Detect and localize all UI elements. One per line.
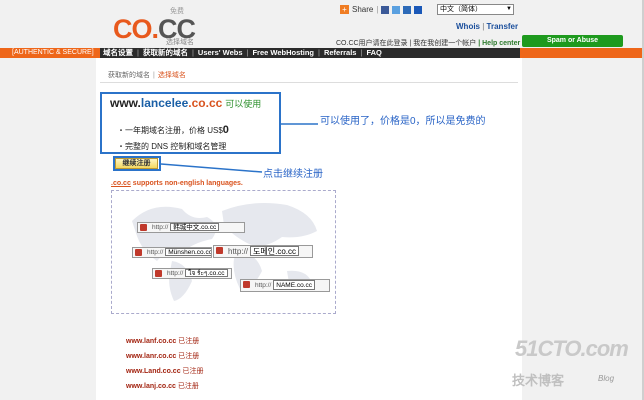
chevron-down-icon: ▼ [506,6,512,12]
flag-icon [243,281,250,288]
digg-icon[interactable] [414,5,423,14]
menu-referrals[interactable]: Referrals [324,48,357,57]
logo-text: CO. [113,14,159,44]
menu-get-new-domain[interactable]: 获取新的域名 [143,48,188,57]
share-label: Share [352,5,374,14]
page: 免费 CO.CC 选择域名 + Share | 中文（简体） ▼ Whois | … [0,0,644,400]
plus-icon: + [340,5,349,14]
top-nav: Whois | Transfer [456,22,519,31]
logo-sub-label: 选择域名 [166,39,194,46]
supports-text: .co.cc supports non-english languages. [111,180,243,187]
menu-users-webs[interactable]: Users' Webs [198,48,243,57]
transfer-link[interactable]: Transfer [487,22,519,31]
main-menu: [AUTHENTIC & SECURE] 域名设置 | 获取新的域名 | Users' … [0,48,642,58]
domain-result: www.lancelee.co.cc 可以使用 [110,96,262,110]
help-center-link[interactable]: | Help center [478,40,520,47]
registered-domain-item[interactable]: www.lanj.co.cc 已注册 [126,381,199,391]
domain-name: lancelee [140,96,189,110]
domain-tld: .co.cc [188,96,223,110]
spam-abuse-button[interactable]: Spam or Abuse [522,35,623,47]
registered-domain-item[interactable]: www.lanr.co.cc 已注册 [126,351,199,361]
watermark-site: 51CTO.com [515,336,629,361]
language-select[interactable]: 中文（简体） ▼ [437,4,514,15]
breadcrumb-item[interactable]: 获取新的域名 [108,72,150,79]
breadcrumb-current: 选择域名 [157,72,186,79]
breadcrumb: 获取新的域名 | 选择域名 [108,72,186,79]
twitter-icon[interactable] [392,5,401,14]
flag-icon [155,270,162,277]
authentic-label: [AUTHENTIC & SECURE] [12,49,94,56]
divider [100,82,518,83]
delicious-icon[interactable] [403,5,412,14]
menu-faq[interactable]: FAQ [366,48,381,57]
price-value: 0 [222,124,229,136]
example-url-field: http://NAME.co.cc [240,279,330,292]
registered-domain-item[interactable]: www.Land.co.cc 已注册 [126,366,204,376]
watermark-label: 技术博客 [512,373,565,388]
dns-line: ・完整的 DNS 控制和域名管理 [117,142,227,151]
whois-link[interactable]: Whois [456,22,480,31]
world-map-box: http://韩城中文.co.cc http://Münshen.co.cc h… [111,190,336,314]
annotation-note-free: 可以使用了，价格是0，所以是免费的 [320,116,486,127]
menu-free-webhosting[interactable]: Free WebHosting [252,48,314,57]
menu-items: 域名设置 | 获取新的域名 | Users' Webs | Free WebHosting |… [100,48,520,58]
flag-icon [135,249,142,256]
login-link[interactable]: CO.CC用户请在此登录 | 我在我创建一个帐户 [336,40,476,47]
example-url-field: http://도메인.co.cc [213,245,313,258]
example-url-field: http://ใจ ร์ะๆ.co.cc [152,268,232,279]
share-widget[interactable]: + Share | [340,5,423,14]
example-url-field: http://Münshen.co.cc [132,247,212,258]
annotation-note-click: 点击继续注册 [263,169,323,180]
availability-status: 可以使用 [225,99,262,109]
price-line: ・一年期域名注册，价格 US$0 [117,124,229,136]
registered-domain-item[interactable]: www.lanf.co.cc 已注册 [126,336,199,346]
watermark-blog: Blog [598,374,615,383]
continue-register-button[interactable]: 继续注册 [115,158,158,169]
menu-domain-settings[interactable]: 域名设置 [103,48,133,57]
facebook-icon[interactable] [381,5,390,14]
login-bar: CO.CC用户请在此登录 | 我在我创建一个帐户 | Help center [336,38,520,48]
flag-icon [216,247,223,254]
example-url-field: http://韩城中文.co.cc [137,222,245,233]
flag-icon [140,224,147,231]
